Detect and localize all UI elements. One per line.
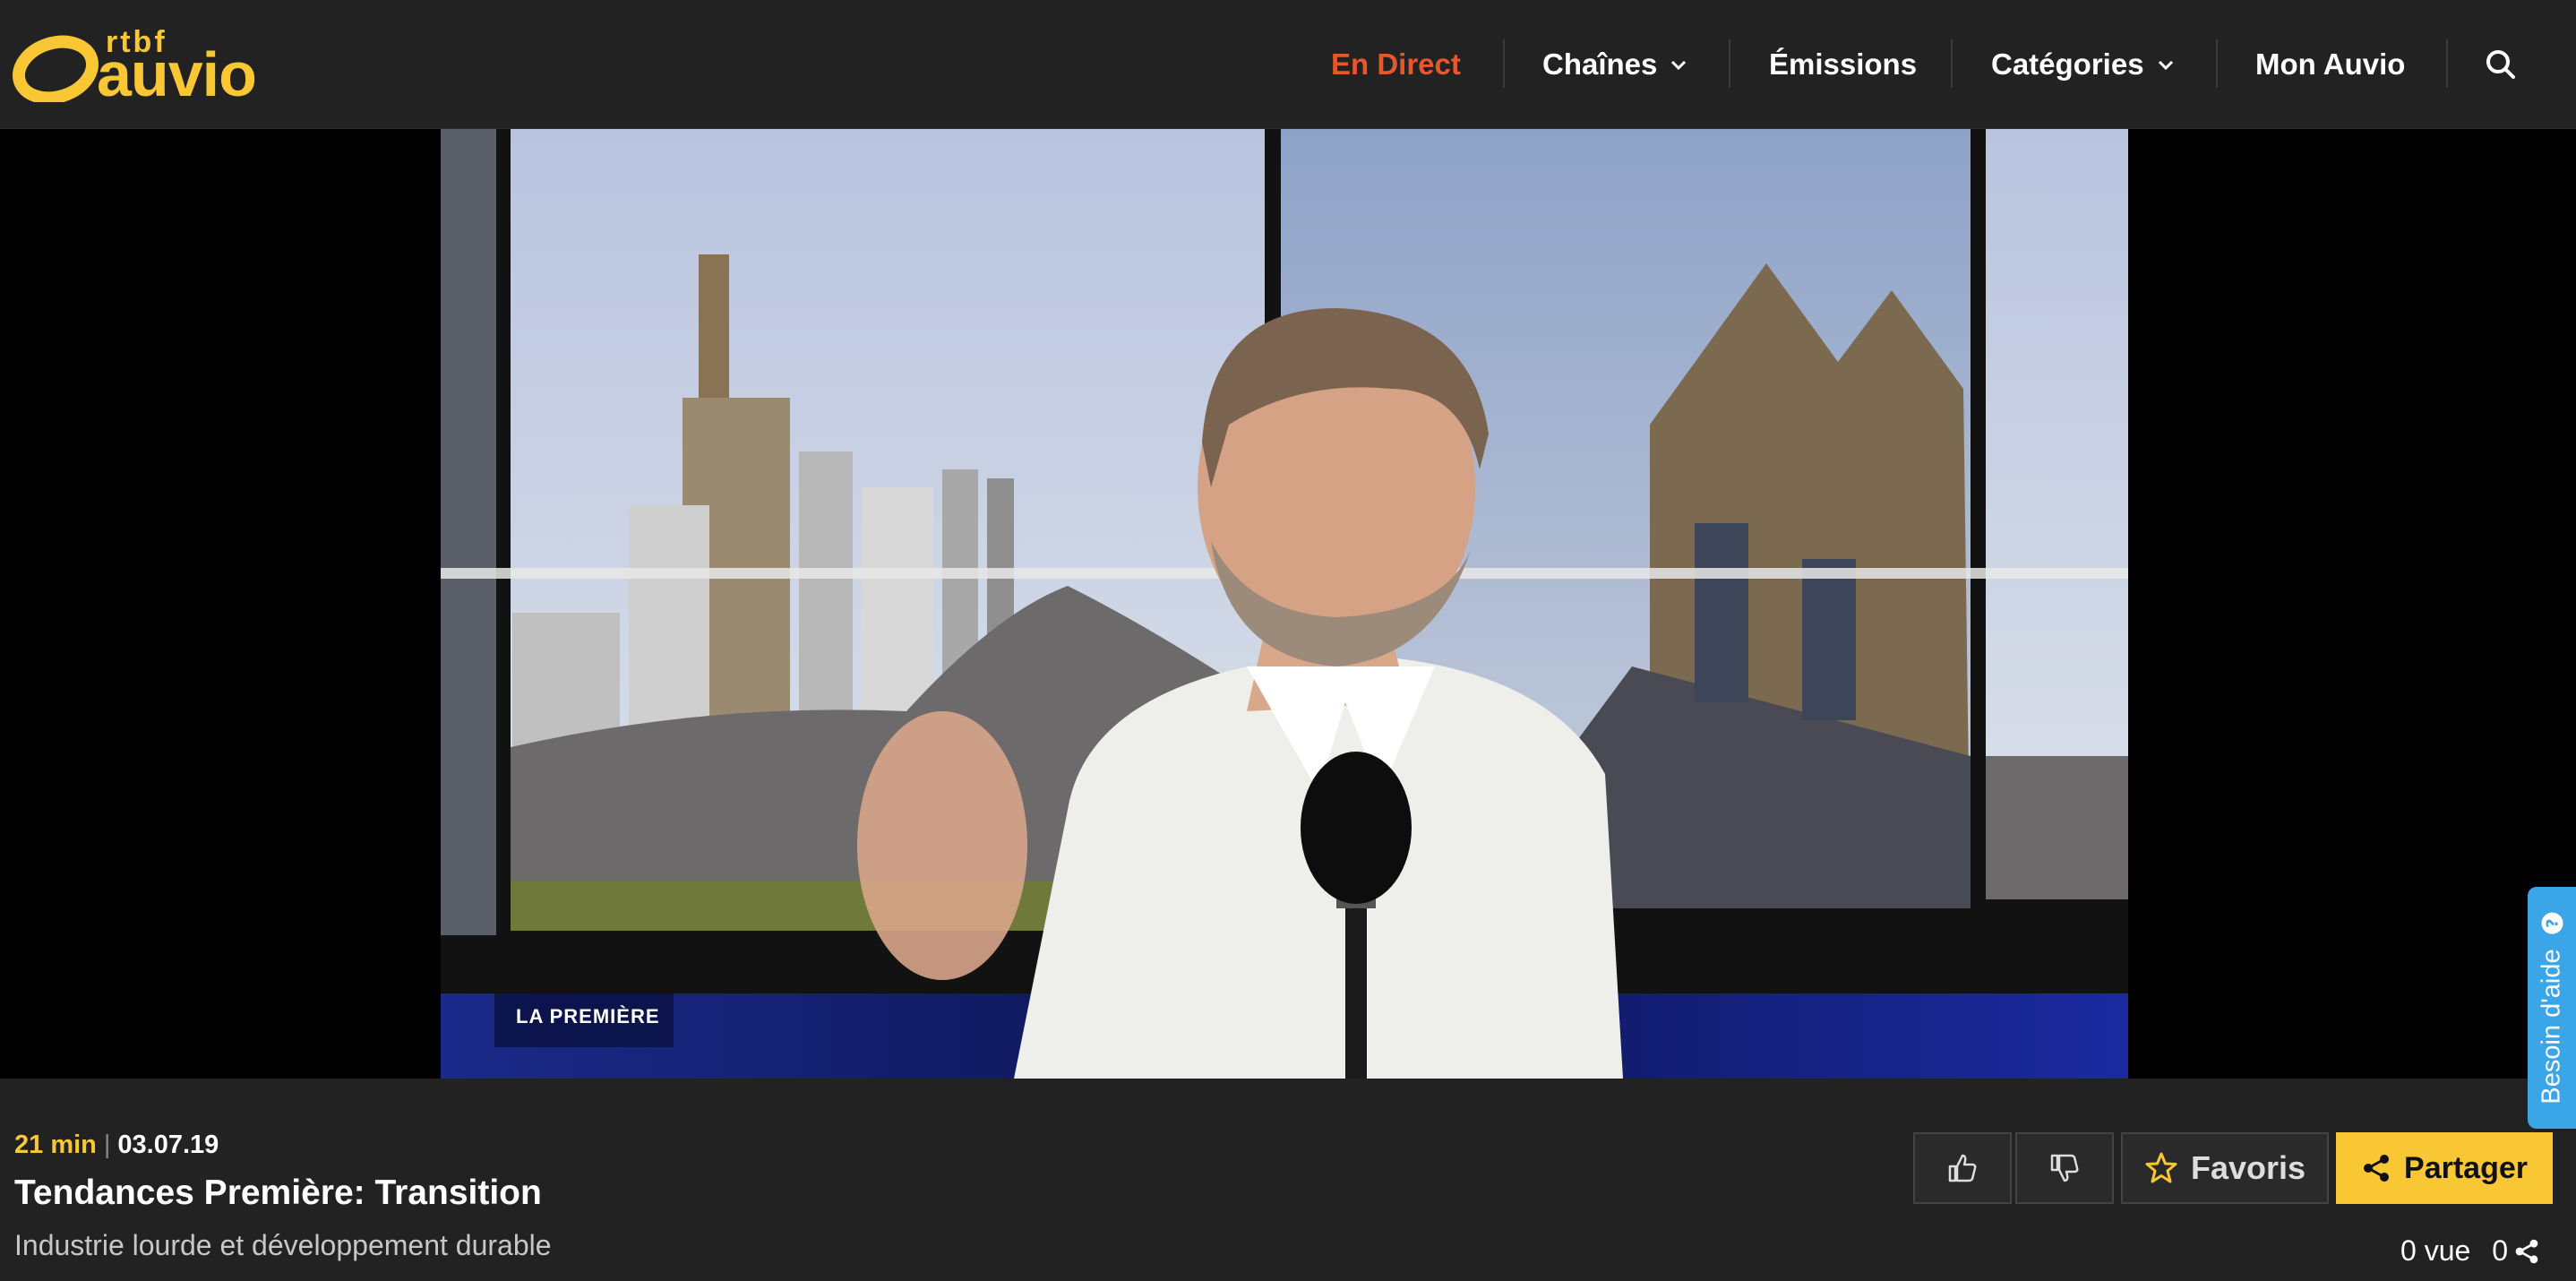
channel-badge: LA PREMIÈRE <box>516 1005 660 1027</box>
top-navigation-bar: rtbf auvio En Direct Chaînes Émissions C… <box>0 0 2576 129</box>
partager-label: Partager <box>2404 1150 2528 1185</box>
video-frame[interactable]: LA PREMIÈRE <box>441 129 2128 1079</box>
like-button[interactable] <box>1913 1132 2012 1204</box>
nav-mon-auvio[interactable]: Mon Auvio <box>2255 0 2405 128</box>
nav-categories[interactable]: Catégories <box>1991 0 2175 128</box>
episode-title: Tendances Première: Transition <box>14 1174 542 1212</box>
help-tab[interactable]: Besoin d'aide ? <box>2528 887 2576 1129</box>
share-count: 0 <box>2492 1234 2509 1267</box>
favoris-label: Favoris <box>2190 1149 2306 1186</box>
episode-subtitle: Industrie lourde et développement durabl… <box>14 1229 552 1261</box>
meta-separator: | <box>103 1131 111 1159</box>
nav-emissions-label: Émissions <box>1769 47 1918 81</box>
thumbs-up-icon <box>1948 1154 1977 1182</box>
dislike-button[interactable] <box>2015 1132 2114 1204</box>
search-icon <box>2486 50 2515 79</box>
nav-mon-auvio-label: Mon Auvio <box>2255 47 2406 81</box>
partager-button[interactable]: Partager <box>2336 1132 2553 1204</box>
nav-chaines-label: Chaînes <box>1542 47 1658 81</box>
thumbs-down-icon <box>2050 1154 2079 1182</box>
episode-date: 03.07.19 <box>117 1131 219 1159</box>
share-icon <box>2364 1155 2390 1182</box>
nav-divider <box>2446 39 2448 88</box>
help-label: Besoin d'aide <box>2537 949 2566 1105</box>
video-player[interactable]: LA PREMIÈRE <box>0 129 2576 1079</box>
svg-text:?: ? <box>2544 918 2563 927</box>
nav-divider <box>1951 39 1953 88</box>
question-icon: ? <box>2541 912 2563 934</box>
nav-chaines[interactable]: Chaînes <box>1542 0 1687 128</box>
nav-divider <box>1503 39 1505 88</box>
share-count-icon <box>2515 1239 2538 1263</box>
rtbf-auvio-logo[interactable]: rtbf auvio <box>13 27 272 106</box>
star-icon <box>2145 1152 2177 1183</box>
episode-meta: 21 min | 03.07.19 <box>14 1131 219 1160</box>
episode-duration: 21 min <box>14 1131 97 1159</box>
nav-divider <box>2216 39 2218 88</box>
nav-en-direct[interactable]: En Direct <box>1331 0 1461 128</box>
nav-en-direct-label: En Direct <box>1331 47 1461 81</box>
nav-categories-label: Catégories <box>1991 47 2144 81</box>
nav-divider <box>1729 39 1730 88</box>
view-count: 0 vue <box>2400 1234 2471 1267</box>
video-still-image <box>441 129 2128 1079</box>
logo-auvio-text: auvio <box>97 39 257 109</box>
search-button[interactable] <box>2481 45 2520 84</box>
chevron-down-icon <box>2158 60 2173 70</box>
episode-stats: 0 vue 0 <box>2400 1234 2540 1268</box>
chevron-down-icon <box>1671 60 1687 70</box>
favoris-button[interactable]: Favoris <box>2121 1132 2329 1204</box>
nav-emissions[interactable]: Émissions <box>1769 0 1917 128</box>
